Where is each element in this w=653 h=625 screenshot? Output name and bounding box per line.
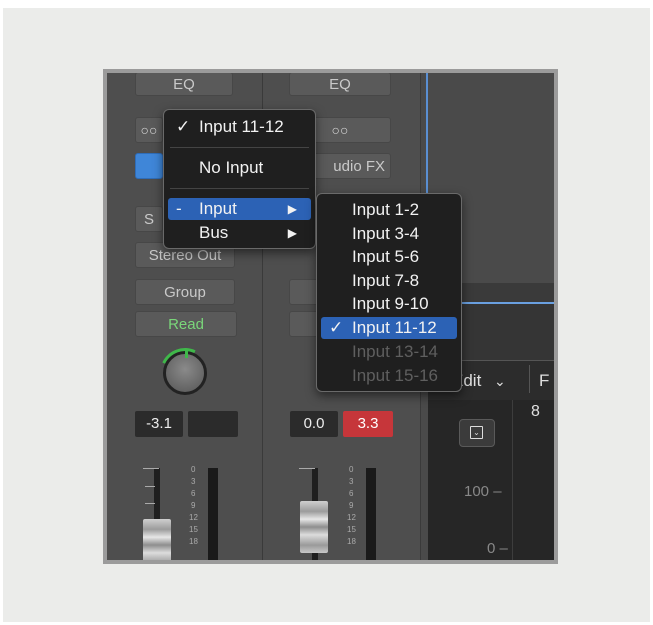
submenu-item[interactable]: Input 9-10 bbox=[321, 293, 457, 315]
submenu-item-label: Input 15-16 bbox=[352, 366, 439, 385]
submenu-item-label: Input 5-6 bbox=[352, 247, 420, 266]
peak-value bbox=[188, 411, 238, 437]
chevron-down-icon: ⌄ bbox=[470, 426, 483, 439]
ruler-divider bbox=[512, 400, 513, 560]
menu-item-label: No Input bbox=[199, 158, 264, 177]
menu-item-current-input[interactable]: ✓ Input 11-12 bbox=[168, 116, 311, 138]
checkmark-icon: ✓ bbox=[176, 117, 191, 136]
fader-tick bbox=[145, 486, 155, 487]
functions-menu[interactable]: F bbox=[539, 371, 549, 391]
submenu-arrow-icon: ▶ bbox=[287, 202, 297, 216]
s-button[interactable]: S bbox=[135, 206, 163, 232]
menu-item-label: Input 11-12 bbox=[199, 117, 284, 136]
pan-value: 0.0 bbox=[290, 411, 338, 437]
menu-item-bus[interactable]: Bus ▶ bbox=[168, 222, 311, 244]
menu-item-no-input[interactable]: No Input bbox=[168, 157, 311, 179]
submenu-arrow-icon: ▶ bbox=[287, 226, 297, 240]
chevron-down-icon: ⌄ bbox=[494, 373, 506, 389]
eq-button[interactable]: EQ bbox=[289, 73, 391, 96]
submenu-item[interactable]: Input 7-8 bbox=[321, 270, 457, 292]
collapse-button[interactable]: ⌄ bbox=[459, 419, 495, 447]
dash-icon: - bbox=[176, 199, 182, 218]
level-meter bbox=[366, 468, 376, 560]
submenu-item-disabled: Input 15-16 bbox=[321, 365, 457, 387]
fader-tick bbox=[145, 503, 155, 504]
fader-tick bbox=[143, 468, 159, 469]
input-menu: ✓ Input 11-12 No Input - Input ▶ Bus ▶ bbox=[163, 109, 316, 249]
submenu-item-label: Input 3-4 bbox=[352, 224, 420, 243]
scale-label: 6 bbox=[191, 489, 196, 498]
scale-label: 12 bbox=[347, 513, 356, 522]
link-button[interactable]: ○○ bbox=[135, 117, 163, 143]
automation-mode-button[interactable]: Read bbox=[135, 311, 237, 337]
pan-knob[interactable] bbox=[152, 340, 218, 406]
scale-label: 3 bbox=[191, 477, 196, 486]
submenu-item[interactable]: Input 3-4 bbox=[321, 223, 457, 245]
checkmark-icon: ✓ bbox=[329, 318, 344, 337]
volume-fader-cap[interactable] bbox=[300, 501, 328, 553]
scale-label: 3 bbox=[349, 477, 354, 486]
scale-label: 15 bbox=[189, 525, 198, 534]
scale-label: 12 bbox=[189, 513, 198, 522]
volume-fader-cap[interactable] bbox=[143, 519, 171, 560]
peak-value: 3.3 bbox=[343, 411, 393, 437]
submenu-item-disabled: Input 13-14 bbox=[321, 341, 457, 363]
submenu-item-selected[interactable]: ✓ Input 11-12 bbox=[321, 317, 457, 339]
group-slot[interactable]: Group bbox=[135, 279, 235, 305]
scale-label: 6 bbox=[349, 489, 354, 498]
scale-label: 9 bbox=[349, 501, 354, 510]
eq-button[interactable]: EQ bbox=[135, 73, 233, 96]
pan-value: -3.1 bbox=[135, 411, 183, 437]
input-submenu: Input 1-2 Input 3-4 Input 5-6 Input 7-8 … bbox=[316, 193, 462, 392]
menu-separator bbox=[170, 147, 309, 148]
submenu-item-label: Input 7-8 bbox=[352, 271, 420, 290]
scale-label: 15 bbox=[347, 525, 356, 534]
menu-separator bbox=[170, 188, 309, 189]
menu-item-input[interactable]: - Input ▶ bbox=[168, 198, 311, 220]
level-meter bbox=[208, 468, 218, 560]
scale-value-0: 0 – bbox=[487, 540, 508, 557]
pan-indicator bbox=[185, 350, 188, 358]
scale-label: 9 bbox=[191, 501, 196, 510]
menu-divider bbox=[529, 365, 530, 393]
submenu-item[interactable]: Input 1-2 bbox=[321, 199, 457, 221]
submenu-item-label: Input 11-12 bbox=[352, 318, 437, 337]
fader-tick bbox=[299, 468, 315, 469]
scale-value-100: 100 – bbox=[464, 483, 502, 500]
submenu-item-label: Input 13-14 bbox=[352, 342, 439, 361]
input-slot-button[interactable] bbox=[135, 153, 163, 179]
submenu-item-label: Input 9-10 bbox=[352, 294, 429, 313]
menu-item-label: Bus bbox=[199, 223, 229, 242]
bar-number: 8 bbox=[531, 403, 540, 420]
scale-label: 18 bbox=[347, 537, 356, 546]
scale-label: 0 bbox=[349, 465, 354, 474]
scale-label: 0 bbox=[191, 465, 196, 474]
scale-label: 18 bbox=[189, 537, 198, 546]
menu-item-label: Input bbox=[199, 199, 237, 218]
submenu-item[interactable]: Input 5-6 bbox=[321, 246, 457, 268]
submenu-item-label: Input 1-2 bbox=[352, 200, 420, 219]
